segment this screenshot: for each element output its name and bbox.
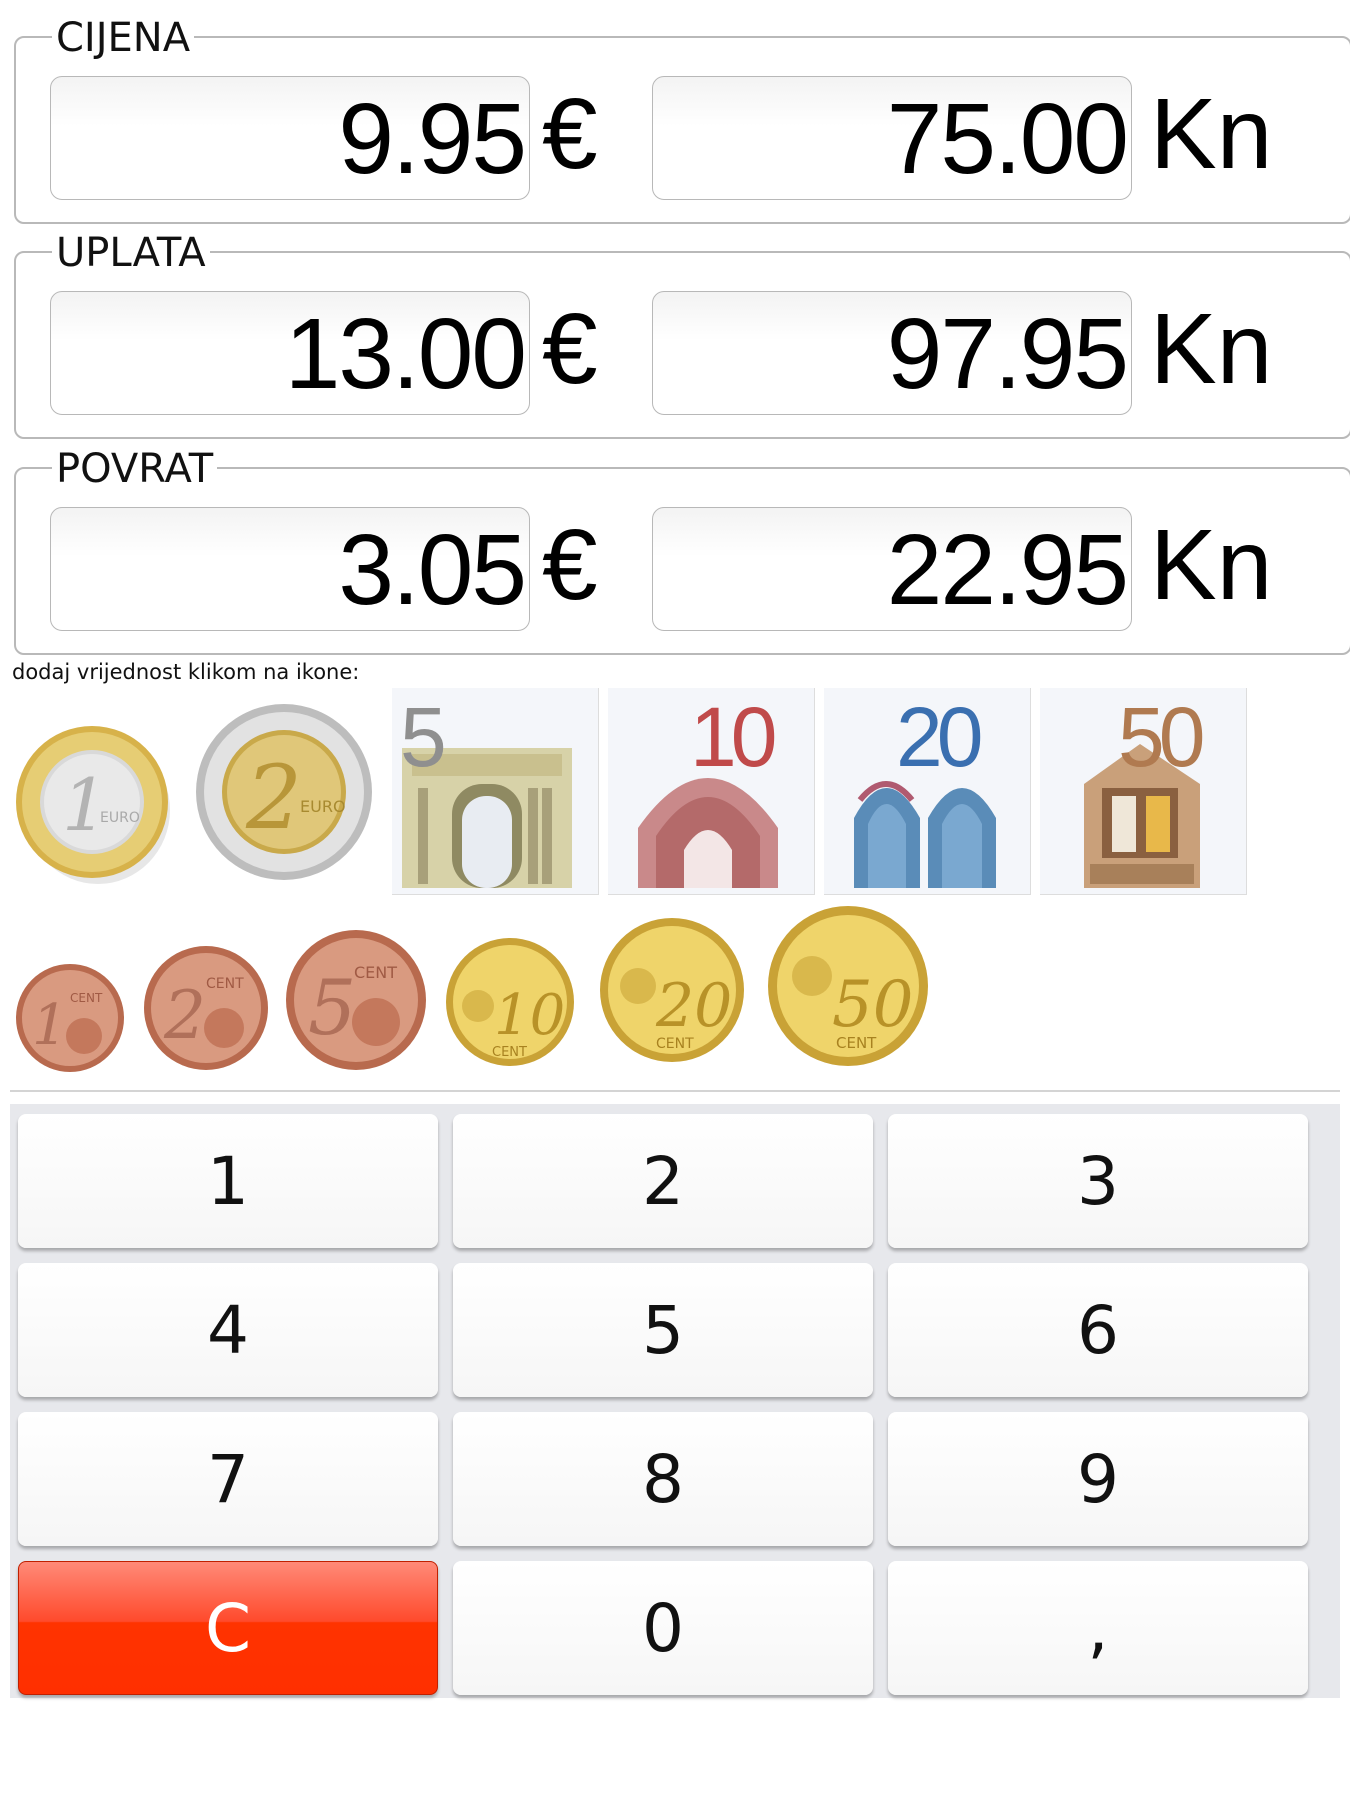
- svg-text:CENT: CENT: [206, 976, 244, 992]
- euro-1-coin-icon: 1 EURO: [16, 726, 170, 884]
- change-group: POVRAT 3.05 € 22.95 Kn: [14, 447, 1350, 655]
- svg-text:EURO: EURO: [100, 810, 140, 826]
- key-comma[interactable]: ,: [888, 1561, 1308, 1695]
- cent-10-coin-button[interactable]: 10 CENT: [444, 934, 578, 1074]
- cent-1-coin-button[interactable]: 1 CENT: [14, 960, 126, 1080]
- key-5[interactable]: 5: [453, 1263, 873, 1397]
- change-kn-value: 22.95: [886, 514, 1129, 626]
- svg-text:CENT: CENT: [354, 963, 397, 982]
- euro-20-banknote-label: 20: [896, 690, 983, 784]
- euro-10-banknote-label: 10: [690, 690, 777, 784]
- svg-text:1: 1: [32, 993, 68, 1058]
- cent-10-coin-icon: 10 CENT: [446, 938, 574, 1066]
- svg-text:5: 5: [308, 963, 356, 1052]
- payment-eur-field[interactable]: 13.00: [50, 291, 530, 415]
- keypad: 1 2 3 4 5 6 7 8 9 C 0 ,: [10, 1104, 1340, 1698]
- key-8[interactable]: 8: [453, 1412, 873, 1546]
- key-2[interactable]: 2: [453, 1114, 873, 1248]
- payment-eur-value: 13.00: [284, 298, 527, 410]
- payment-kn-field[interactable]: 97.95: [652, 291, 1132, 415]
- change-kn-unit: Kn: [1150, 509, 1273, 621]
- cent-1-coin-icon: 1 CENT: [16, 964, 124, 1072]
- payment-group: UPLATA 13.00 € 97.95 Kn: [14, 231, 1350, 439]
- cent-20-coin-icon: 20 CENT: [600, 918, 744, 1062]
- change-kn-field[interactable]: 22.95: [652, 507, 1132, 631]
- key-4[interactable]: 4: [18, 1263, 438, 1397]
- cent-2-coin-icon: 2 CENT: [144, 946, 268, 1070]
- change-eur-unit: €: [542, 509, 598, 621]
- change-group-label: POVRAT: [52, 447, 218, 491]
- change-eur-field[interactable]: 3.05: [50, 507, 530, 631]
- key-6[interactable]: 6: [888, 1263, 1308, 1397]
- svg-text:CENT: CENT: [656, 1036, 694, 1052]
- price-kn-value: 75.00: [886, 83, 1129, 195]
- svg-text:CENT: CENT: [70, 991, 103, 1005]
- euro-50-banknote-label: 50: [1118, 690, 1205, 784]
- svg-text:CENT: CENT: [492, 1045, 527, 1060]
- svg-text:EURO: EURO: [300, 797, 346, 816]
- payment-group-label: UPLATA: [52, 231, 210, 275]
- key-9[interactable]: 9: [888, 1412, 1308, 1546]
- clear-button[interactable]: C: [18, 1561, 438, 1695]
- payment-kn-unit: Kn: [1150, 293, 1273, 405]
- euro-20-banknote-button[interactable]: 20: [824, 688, 1031, 895]
- key-1[interactable]: 1: [18, 1114, 438, 1248]
- key-0[interactable]: 0: [453, 1561, 873, 1695]
- key-7[interactable]: 7: [18, 1412, 438, 1546]
- cent-5-coin-button[interactable]: 5 CENT: [284, 926, 430, 1078]
- euro-10-banknote-button[interactable]: 10: [608, 688, 815, 895]
- cent-2-coin-button[interactable]: 2 CENT: [142, 942, 272, 1078]
- svg-text:20: 20: [655, 971, 732, 1041]
- hint-text: dodaj vrijednost klikom na ikone:: [12, 660, 360, 684]
- price-eur-value: 9.95: [338, 83, 527, 195]
- svg-text:2: 2: [163, 977, 206, 1054]
- euro-50-banknote-button[interactable]: 50: [1040, 688, 1247, 895]
- svg-text:2: 2: [245, 746, 302, 849]
- divider: [10, 1090, 1340, 1092]
- price-kn-unit: Kn: [1150, 78, 1273, 190]
- svg-text:1: 1: [62, 763, 108, 847]
- price-eur-field[interactable]: 9.95: [50, 76, 530, 200]
- svg-text:CENT: CENT: [836, 1034, 877, 1052]
- price-eur-unit: €: [542, 78, 598, 190]
- key-3[interactable]: 3: [888, 1114, 1308, 1248]
- cent-20-coin-button[interactable]: 20 CENT: [598, 916, 746, 1070]
- cent-50-coin-icon: 50 CENT: [768, 906, 928, 1066]
- payment-eur-unit: €: [542, 293, 598, 405]
- price-group: CIJENA 9.95 € 75.00 Kn: [14, 16, 1350, 224]
- cent-50-coin-button[interactable]: 50 CENT: [766, 904, 930, 1072]
- euro-2-coin-button[interactable]: 2 EURO: [194, 702, 376, 888]
- euro-5-banknote-button[interactable]: 5: [392, 688, 599, 895]
- euro-2-coin-icon: 2 EURO: [196, 704, 372, 880]
- payment-kn-value: 97.95: [886, 298, 1129, 410]
- change-eur-value: 3.05: [338, 514, 527, 626]
- svg-text:10: 10: [494, 983, 565, 1048]
- euro-5-banknote-label: 5: [400, 690, 447, 784]
- cent-5-coin-icon: 5 CENT: [286, 930, 426, 1070]
- euro-1-coin-button[interactable]: 1 EURO: [14, 718, 172, 890]
- price-kn-field[interactable]: 75.00: [652, 76, 1132, 200]
- svg-text:50: 50: [832, 968, 913, 1042]
- price-group-label: CIJENA: [52, 16, 195, 60]
